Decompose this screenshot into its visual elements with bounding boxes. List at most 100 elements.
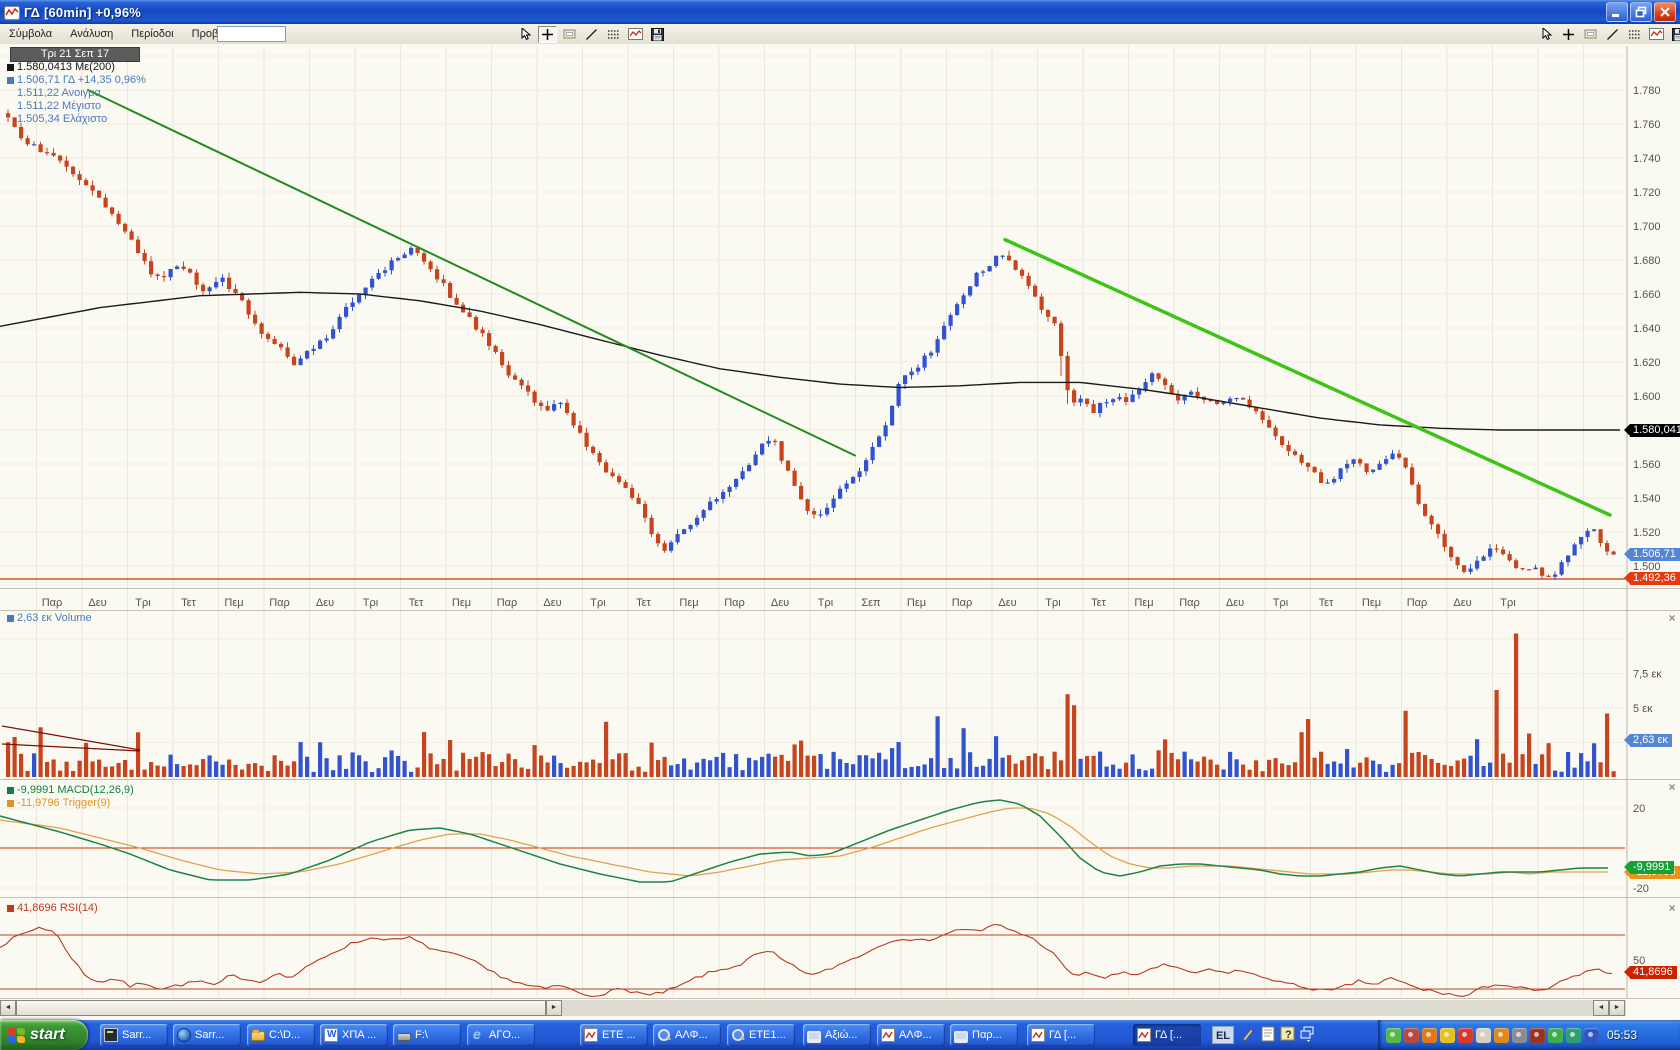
price-marker-icon (7, 77, 14, 84)
scroll-step-right-button[interactable]: ► (1609, 1000, 1625, 1016)
volume-icon[interactable] (1530, 1028, 1545, 1043)
taskbar-clock[interactable]: 05:53 (1607, 1028, 1637, 1042)
scroll-right-button[interactable]: ► (546, 1000, 562, 1016)
messenger-icon[interactable] (1458, 1028, 1473, 1043)
svg-text:Τετ: Τετ (181, 597, 196, 609)
binoculars-icon[interactable] (1512, 1028, 1527, 1043)
restore-panel-icon[interactable] (1300, 1026, 1316, 1042)
grid-hash-icon[interactable] (1625, 26, 1644, 43)
horizontal-scrollbar[interactable]: ◄ ► ◄ ► (0, 1000, 1626, 1016)
svg-text:Τρι: Τρι (363, 597, 379, 609)
chart-canvas[interactable]: 1.7801.7601.7401.7201.7001.6801.6601.640… (0, 44, 1680, 1000)
restore-button[interactable] (1630, 2, 1652, 22)
symbol-input[interactable] (217, 26, 286, 42)
window-titlebar: ΓΔ [60min] +0,96% (0, 0, 1680, 24)
app-toolbar (1537, 25, 1680, 43)
taskbar-task-12[interactable]: Παρ... (950, 1024, 1018, 1046)
crosshair-icon[interactable] (538, 26, 557, 43)
magnifier-icon (657, 1028, 671, 1042)
app-chart-icon (4, 6, 20, 20)
chart-toolbar (516, 25, 667, 43)
svg-text:1.680: 1.680 (1633, 255, 1661, 267)
taskbar-task-14[interactable]: ΓΔ [... (1133, 1024, 1201, 1046)
macd-marker-icon (7, 787, 14, 794)
indicator-chart-icon[interactable] (626, 26, 645, 43)
save-icon[interactable] (1669, 26, 1680, 43)
taskbar-task-10[interactable]: Αξιώ... (803, 1024, 871, 1046)
taskbar-task-2[interactable]: Sarr... (173, 1024, 241, 1046)
language-indicator[interactable]: EL (1212, 1026, 1234, 1044)
taskbar-task-6[interactable]: ΑΓΟ... (467, 1024, 535, 1046)
taskbar-task-7[interactable]: ΕΤΕ ... (580, 1024, 648, 1046)
grid-hash-icon[interactable] (604, 26, 623, 43)
svg-text:Πεμ: Πεμ (224, 597, 243, 609)
scroll-step-left-button[interactable]: ◄ (1593, 1000, 1609, 1016)
last-price-tag: 1.506,71 (1630, 548, 1680, 561)
rectangle-select-icon[interactable] (560, 26, 579, 43)
scroll-left-button[interactable]: ◄ (0, 1000, 16, 1016)
svg-text:1.760: 1.760 (1633, 119, 1661, 131)
close-volume-pane-button[interactable]: × (1666, 613, 1678, 625)
menu-item-Σύμβολα[interactable]: Σύμβολα (0, 25, 61, 40)
help-icon[interactable]: ? (1280, 1026, 1296, 1042)
svg-text:1.700: 1.700 (1633, 221, 1661, 233)
antivirus-icon[interactable] (1422, 1028, 1437, 1043)
scrollbar-thumb[interactable] (16, 1000, 546, 1016)
svg-text:20: 20 (1633, 803, 1645, 815)
taskbar-task-3[interactable]: C:\D... (247, 1024, 315, 1046)
svg-text:-20: -20 (1633, 883, 1649, 895)
minimize-button[interactable] (1606, 2, 1628, 22)
svg-text:Δευ: Δευ (998, 597, 1016, 609)
svg-text:Παρ: Παρ (269, 597, 290, 609)
select-cursor-icon[interactable] (516, 26, 535, 43)
svg-text:1.660: 1.660 (1633, 289, 1661, 301)
menu-item-Περίοδοι[interactable]: Περίοδοι (122, 25, 182, 40)
desktop-alert-icon[interactable] (1584, 1028, 1599, 1043)
taskbar-task-4[interactable]: ΧΠΑ ... (320, 1024, 388, 1046)
system-tray: 05:53 (1378, 1020, 1680, 1050)
taskbar-task-8[interactable]: ΑΛΦ... (653, 1024, 721, 1046)
trendline-icon[interactable] (1603, 26, 1622, 43)
chart-icon (584, 1028, 598, 1042)
chart-client[interactable]: 1.7801.7601.7401.7201.7001.6801.6601.640… (0, 44, 1680, 1020)
start-button[interactable]: start (0, 1020, 88, 1050)
svg-text:Πεμ: Πεμ (1362, 597, 1381, 609)
mail-icon[interactable] (1476, 1028, 1491, 1043)
svg-text:?: ? (1285, 1029, 1292, 1041)
legend-last: 1.506,71 ΓΔ +14,35 0,96% (0, 74, 146, 87)
network-monitor-icon[interactable] (1548, 1028, 1563, 1043)
taskbar-task-5[interactable]: F:\ (393, 1024, 461, 1046)
vpn-icon[interactable] (1566, 1028, 1581, 1043)
ma200-price-tag: 1.580,041 (1630, 424, 1680, 437)
taskbar-task-1[interactable]: Sarr... (100, 1024, 168, 1046)
chart-icon (881, 1028, 895, 1042)
taskbar-task-11[interactable]: ΑΛΦ... (877, 1024, 945, 1046)
menu-item-Ανάλυση[interactable]: Ανάλυση (61, 25, 122, 40)
save-icon[interactable] (648, 26, 667, 43)
monitor-icon (954, 1031, 968, 1041)
indicator-chart-icon[interactable] (1647, 26, 1666, 43)
trendline-icon[interactable] (582, 26, 601, 43)
drive-icon (397, 1033, 411, 1041)
alert-flag-icon[interactable] (1494, 1028, 1509, 1043)
svg-text:Τρι: Τρι (590, 597, 606, 609)
svg-text:1.520: 1.520 (1633, 527, 1661, 539)
legend-low: 1.505,34 Ελάχιστο (0, 113, 146, 126)
rectangle-select-icon[interactable] (1581, 26, 1600, 43)
crosshair-date-box: Τρι 21 Σεπ 17 (10, 47, 140, 62)
audio-muted-icon[interactable] (1404, 1028, 1419, 1043)
volume-value-tag: 2,63 εκ (1630, 734, 1672, 747)
security-shield-icon[interactable] (1440, 1028, 1455, 1043)
taskbar-task-13[interactable]: ΓΔ [... (1027, 1024, 1095, 1046)
pen-input-icon[interactable] (1240, 1026, 1256, 1042)
select-cursor-icon[interactable] (1537, 26, 1556, 43)
close-macd-pane-button[interactable]: × (1666, 782, 1678, 794)
close-button[interactable] (1654, 2, 1676, 22)
close-rsi-pane-button[interactable]: × (1666, 903, 1678, 915)
notes-icon[interactable] (1260, 1026, 1276, 1042)
svg-text:1.540: 1.540 (1633, 493, 1661, 505)
taskbar-task-9[interactable]: ΕΤΕ1... (727, 1024, 795, 1046)
updates-icon[interactable] (1386, 1028, 1401, 1043)
trigger-marker-icon (7, 800, 14, 807)
crosshair-icon[interactable] (1559, 26, 1578, 43)
